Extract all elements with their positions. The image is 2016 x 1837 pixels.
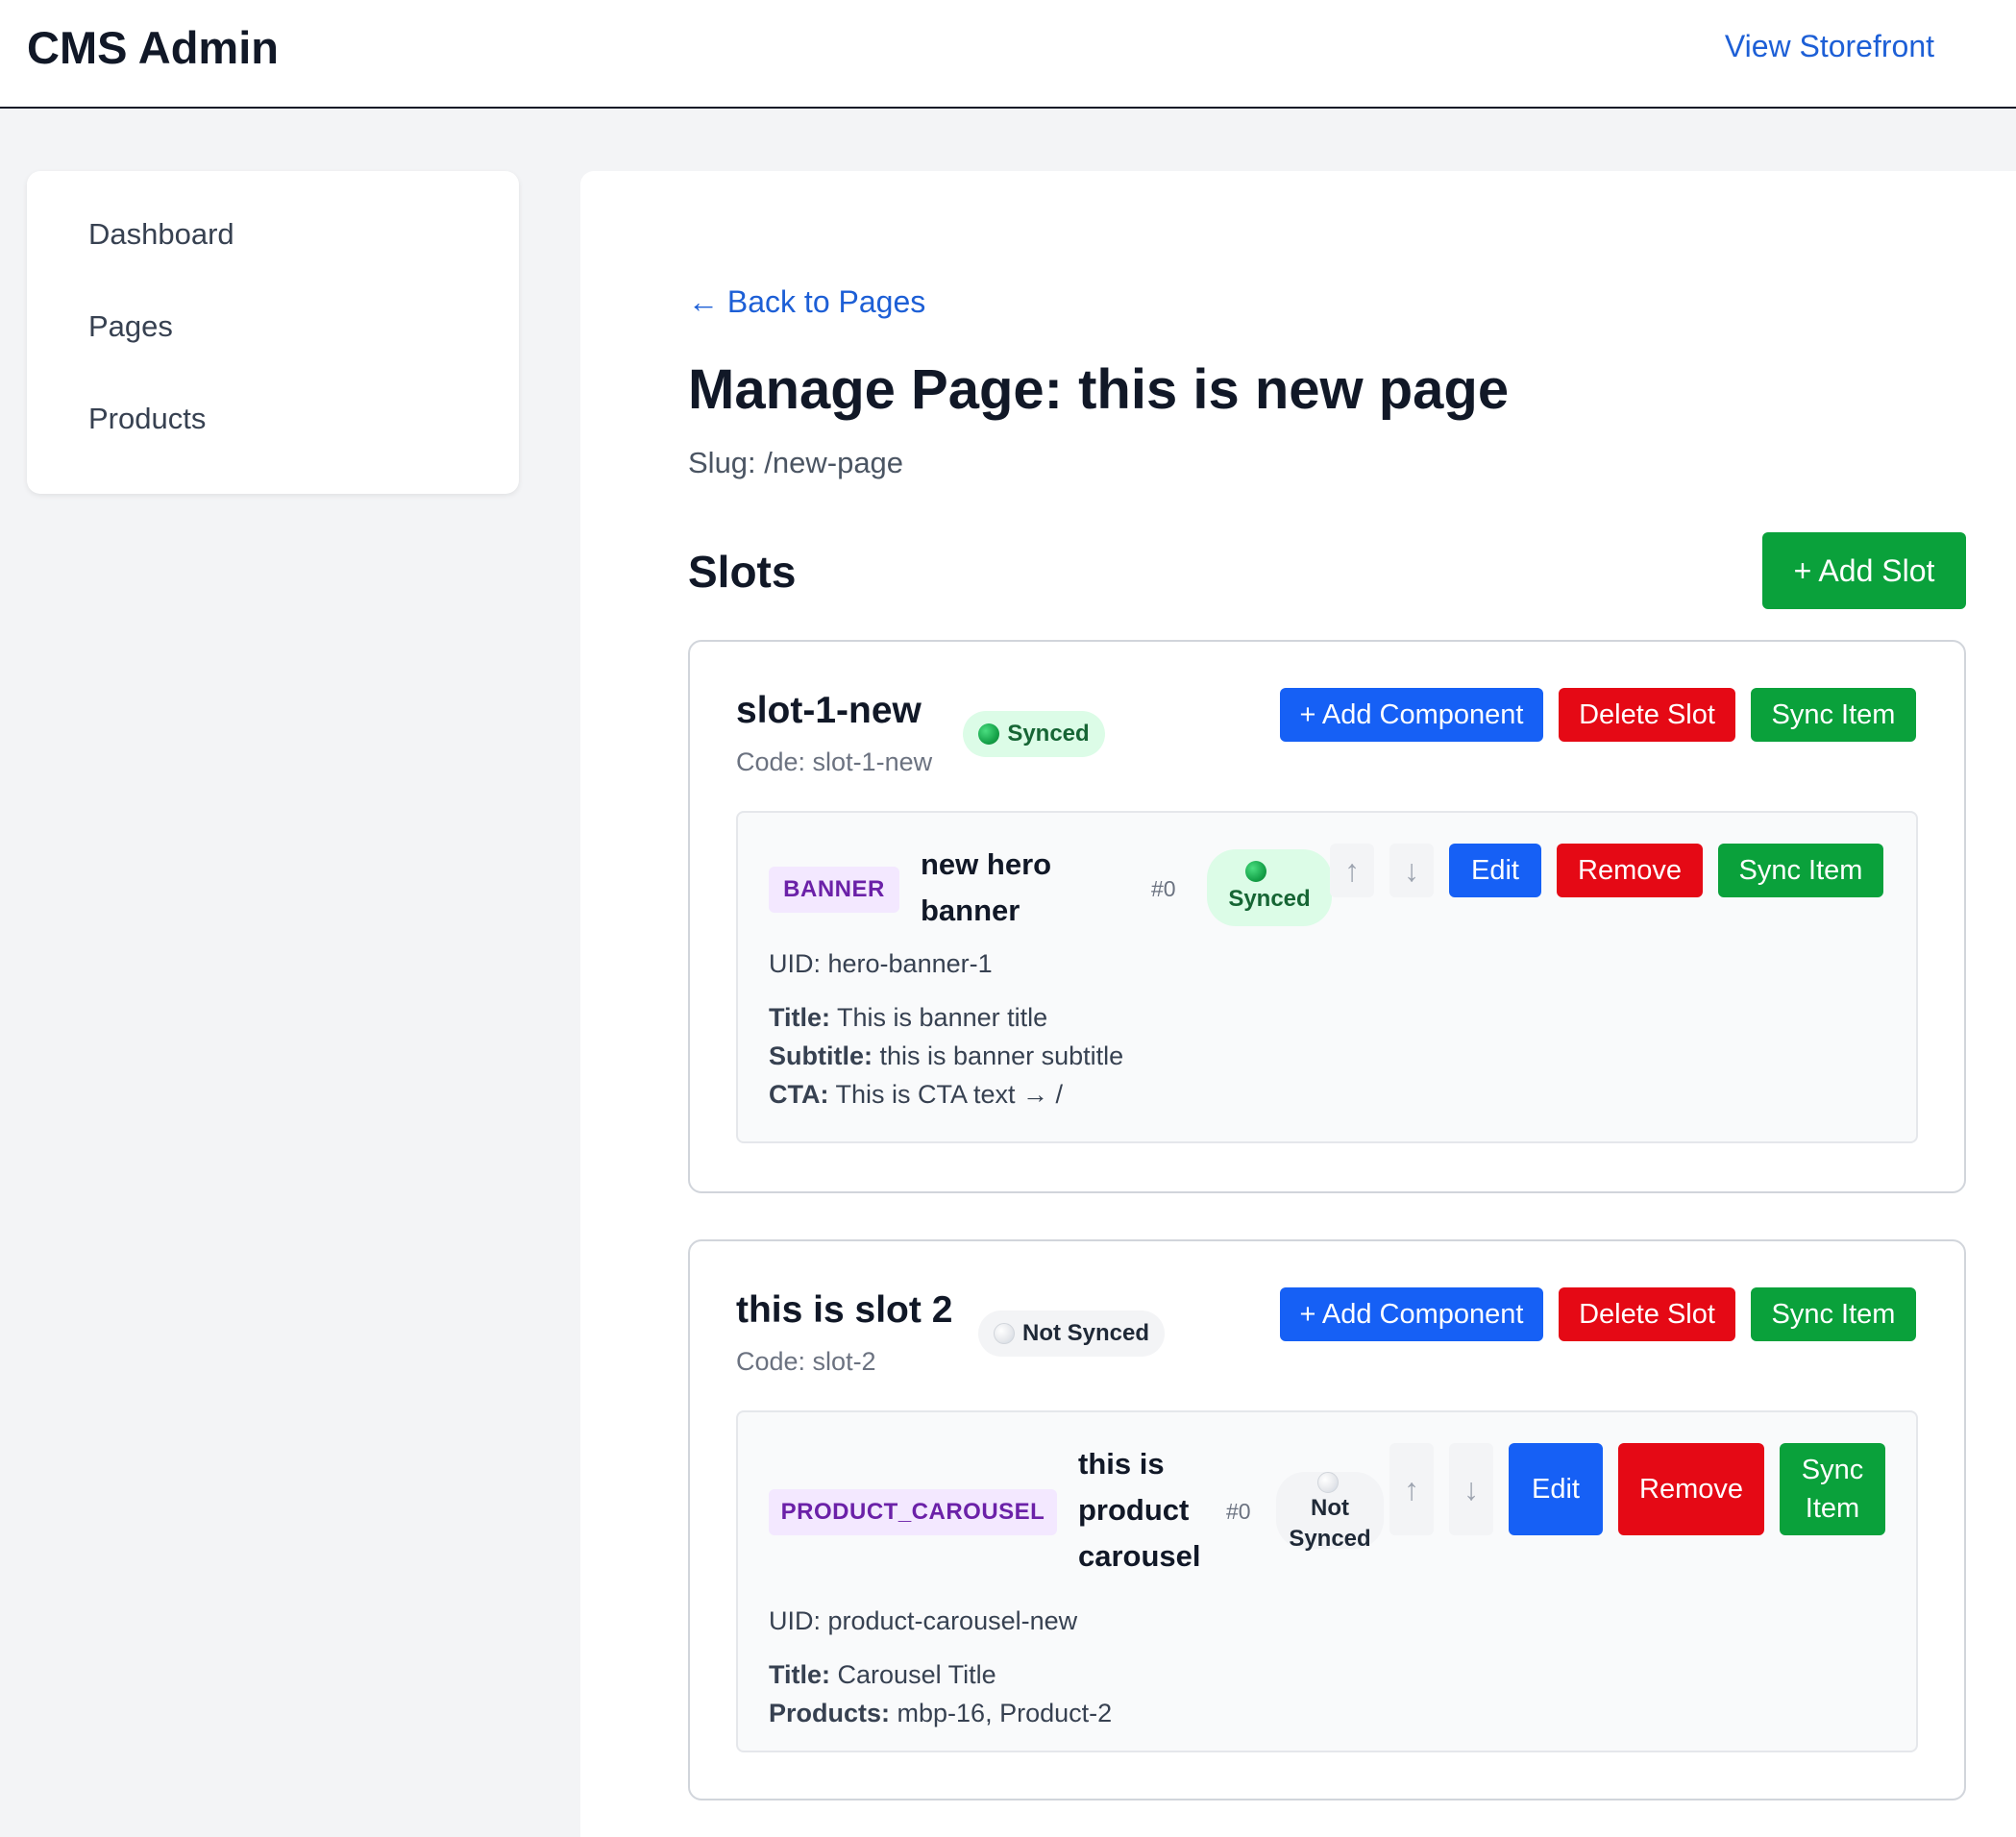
field-label: Title: (769, 1003, 831, 1032)
sync-component-button[interactable]: Sync Item (1780, 1443, 1885, 1535)
component-field-title: Title: This is banner title (769, 1003, 1047, 1033)
slot-card: this is slot 2 Code: slot-2 Not Synced +… (688, 1239, 1966, 1800)
add-component-button[interactable]: + Add Component (1280, 1287, 1543, 1341)
delete-slot-button[interactable]: Delete Slot (1559, 688, 1735, 742)
field-value: Carousel Title (837, 1660, 996, 1689)
component-card: PRODUCT_CAROUSEL this is product carouse… (736, 1410, 1918, 1752)
view-storefront-link[interactable]: View Storefront (1725, 29, 1934, 64)
slot-status-badge: Synced (963, 711, 1105, 757)
component-field-title: Title: Carousel Title (769, 1660, 996, 1690)
sidebar-item-pages[interactable]: Pages (27, 311, 519, 404)
remove-component-button[interactable]: Remove (1557, 844, 1703, 897)
add-component-button[interactable]: + Add Component (1280, 688, 1543, 742)
move-up-button[interactable]: ↑ (1389, 1443, 1434, 1535)
component-status-badge: Synced (1207, 849, 1332, 926)
slot-status-badge: Not Synced (978, 1310, 1165, 1357)
move-down-button[interactable]: ↓ (1389, 844, 1434, 897)
sync-slot-button[interactable]: Sync Item (1751, 688, 1916, 742)
move-up-button[interactable]: ↑ (1330, 844, 1374, 897)
status-dot-icon (1317, 1472, 1339, 1493)
slot-code: Code: slot-2 (736, 1347, 876, 1376)
component-status-badge: Not Synced (1276, 1472, 1384, 1552)
field-label: CTA: (769, 1080, 829, 1109)
brand-title: CMS Admin (27, 22, 279, 73)
edit-component-button[interactable]: Edit (1449, 844, 1541, 897)
sidebar: Dashboard Pages Products (27, 171, 519, 494)
main-panel: ← Back to Pages Manage Page: this is new… (580, 171, 2016, 1837)
sidebar-item-products[interactable]: Products (27, 404, 519, 496)
component-uid: UID: product-carousel-new (769, 1606, 1078, 1635)
page-title: Manage Page: this is new page (688, 358, 1510, 421)
component-uid: UID: hero-banner-1 (769, 949, 993, 978)
add-slot-button[interactable]: + Add Slot (1762, 532, 1966, 609)
field-value: This is CTA text → / (835, 1080, 1064, 1109)
component-name: this is product carousel (1078, 1447, 1201, 1573)
slot-card: slot-1-new Code: slot-1-new Synced + Add… (688, 640, 1966, 1193)
field-label: Products: (769, 1699, 891, 1727)
sync-slot-button[interactable]: Sync Item (1751, 1287, 1916, 1341)
field-value: This is banner title (837, 1003, 1048, 1032)
slot-status-text: Synced (1007, 721, 1090, 747)
component-status-text: Synced (1228, 886, 1311, 912)
component-field-cta: CTA: This is CTA text → / (769, 1080, 1063, 1110)
status-dot-icon (1245, 861, 1266, 882)
slots-heading: Slots (688, 547, 797, 597)
field-value: this is banner subtitle (879, 1041, 1124, 1070)
slot-code: Code: slot-1-new (736, 747, 933, 776)
top-bar: CMS Admin View Storefront (0, 0, 2016, 109)
slot-name: this is slot 2 (736, 1289, 953, 1331)
sidebar-item-dashboard[interactable]: Dashboard (27, 219, 519, 311)
field-label: Title: (769, 1660, 831, 1689)
sync-component-button[interactable]: Sync Item (1718, 844, 1883, 897)
field-label: Subtitle: (769, 1041, 873, 1070)
back-to-pages-link[interactable]: ← Back to Pages (688, 284, 925, 320)
component-field-products: Products: mbp-16, Product-2 (769, 1699, 1112, 1728)
component-status-text: Not Synced (1289, 1495, 1371, 1552)
component-card: BANNER new hero banner #0 Synced ↑ ↓ Edi… (736, 811, 1918, 1143)
delete-slot-button[interactable]: Delete Slot (1559, 1287, 1735, 1341)
status-dot-icon (978, 723, 1000, 745)
component-field-subtitle: Subtitle: this is banner subtitle (769, 1041, 1123, 1071)
slot-status-text: Not Synced (1021, 1320, 1150, 1346)
slot-name: slot-1-new (736, 690, 922, 731)
field-value: mbp-16, Product-2 (897, 1699, 1113, 1727)
page-slug: Slug: /new-page (688, 446, 904, 479)
component-name: new hero banner (921, 847, 1052, 927)
remove-component-button[interactable]: Remove (1618, 1443, 1764, 1535)
component-index: #0 (1151, 876, 1176, 901)
edit-component-button[interactable]: Edit (1509, 1443, 1603, 1535)
move-down-button[interactable]: ↓ (1449, 1443, 1493, 1535)
component-type-badge: BANNER (769, 867, 899, 913)
component-index: #0 (1226, 1499, 1251, 1524)
status-dot-icon (993, 1323, 1015, 1344)
component-type-badge: PRODUCT_CAROUSEL (769, 1489, 1057, 1535)
